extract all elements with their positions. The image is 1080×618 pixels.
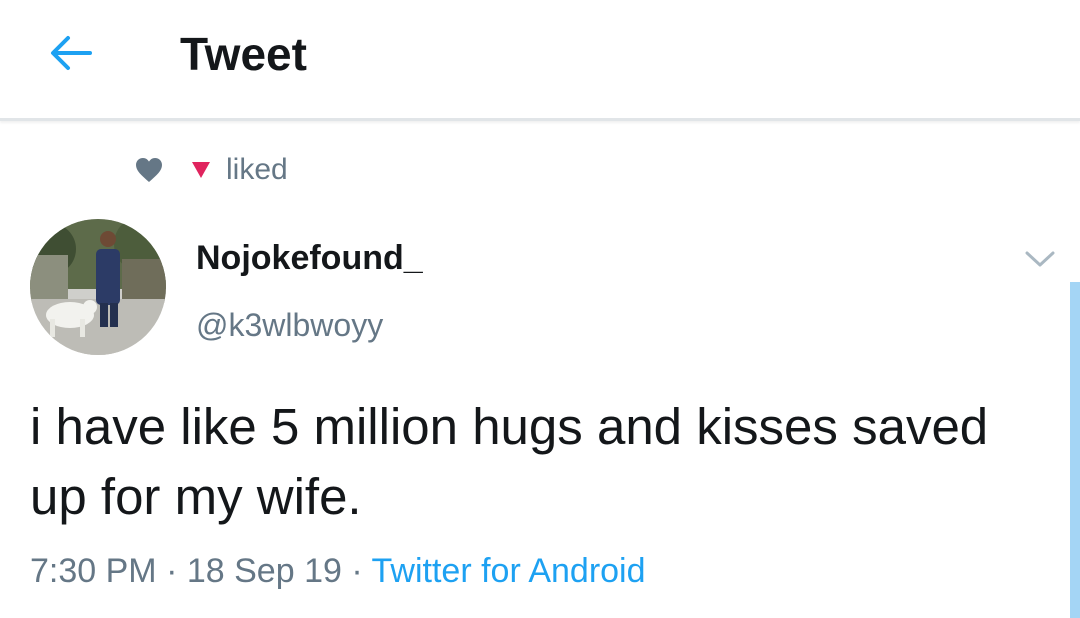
author-name[interactable]: Nojokefound_ — [196, 236, 423, 280]
tweet-time: 7:30 PM — [30, 552, 157, 590]
chevron-down-icon — [1025, 251, 1055, 267]
page-title: Tweet — [180, 28, 307, 80]
back-button[interactable] — [40, 28, 100, 78]
tweet-options-button[interactable] — [1020, 244, 1060, 274]
top-app-bar: Tweet — [0, 0, 1080, 121]
avatar[interactable] — [30, 219, 166, 355]
avatar-photo — [30, 219, 166, 355]
arrow-left-icon — [51, 36, 92, 70]
social-context-text: liked — [226, 153, 288, 186]
author-handle[interactable]: @k3wlbwoyy — [196, 304, 383, 346]
red-triangle-icon — [190, 159, 212, 181]
tweet-metadata: 7:30 PM · 18 Sep 19 · Twitter for Androi… — [30, 548, 646, 594]
tweet-date: 18 Sep 19 — [186, 552, 342, 590]
scrollbar[interactable] — [1070, 282, 1080, 618]
tweet-text: i have like 5 million hugs and kisses sa… — [30, 398, 989, 525]
heart-icon — [134, 155, 164, 185]
social-context: liked — [134, 148, 288, 192]
tweet-source-link[interactable]: Twitter for Android — [372, 552, 646, 590]
meta-separator: · — [166, 552, 178, 590]
meta-separator: · — [351, 552, 363, 590]
